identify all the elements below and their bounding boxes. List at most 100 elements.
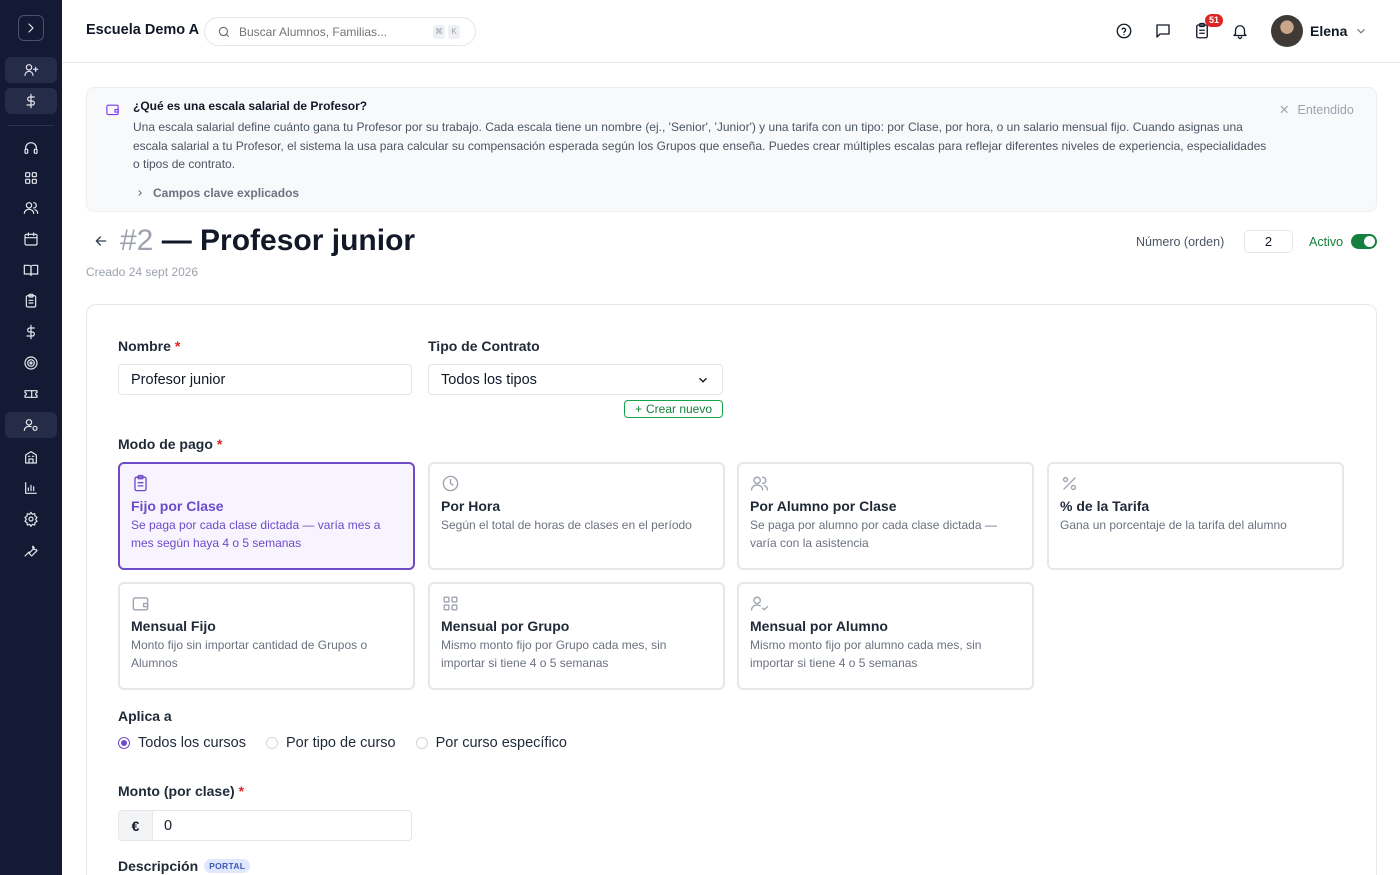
portal-badge: PORTAL	[204, 859, 251, 873]
avatar[interactable]	[1271, 15, 1303, 47]
active-label: Activo	[1309, 235, 1344, 249]
create-new-button[interactable]: + Crear nuevo	[624, 400, 723, 418]
sidebar-item-tools[interactable]	[5, 537, 57, 563]
mode-option-hourly[interactable]: Por Hora Según el total de horas de clas…	[428, 462, 725, 570]
target-icon	[24, 356, 38, 370]
create-new-label: Crear nuevo	[645, 402, 713, 416]
mode-option-monthly-fixed[interactable]: Mensual Fijo Monto fijo sin importar can…	[118, 582, 415, 690]
sidebar-item-support[interactable]	[5, 135, 57, 161]
amount-field[interactable]: € 0	[118, 810, 412, 841]
sidebar-item-add-student[interactable]	[5, 57, 57, 83]
chevron-down-icon	[699, 377, 707, 383]
mode-option-per-student-class[interactable]: Por Alumno por Clase Se paga por alumno …	[737, 462, 1034, 570]
help-circle-icon	[1116, 23, 1132, 39]
chevron-right-icon	[138, 190, 142, 196]
dollar-icon	[26, 93, 35, 109]
radio-dot	[415, 737, 428, 749]
key-fields-label: Campos clave explicados	[153, 186, 300, 200]
wrench-icon	[24, 545, 38, 557]
message-square-icon	[1156, 24, 1170, 38]
sidebar-item-payments[interactable]	[5, 88, 57, 114]
mode-option-fixed-per-class[interactable]: Fijo por Clase Se paga por cada clase di…	[118, 462, 415, 570]
tasks-count-badge: 51	[1204, 14, 1223, 27]
sidebar	[0, 0, 62, 875]
headset-icon	[24, 142, 38, 154]
radio-all-courses[interactable]: Todos los cursos	[118, 735, 246, 751]
amount-label: Monto (por clase) *	[118, 783, 245, 799]
sidebar-item-students[interactable]	[5, 195, 57, 221]
notifications-button[interactable]	[1230, 21, 1250, 41]
user-name[interactable]: Elena	[1310, 23, 1347, 39]
sidebar-item-billing[interactable]	[5, 319, 57, 345]
top-bar: Escuela Demo A ⌘ K 51 Elena	[62, 0, 1400, 63]
mode-option-rate-percent[interactable]: % de la Tarifa Gana un porcentaje de la …	[1047, 462, 1344, 570]
back-button[interactable]	[93, 233, 109, 254]
clipboard-icon	[25, 293, 37, 308]
sidebar-item-tasks[interactable]	[5, 288, 57, 314]
shortcut-key-k: K	[448, 24, 460, 39]
currency-prefix: €	[119, 811, 153, 840]
close-icon: ✕	[1279, 103, 1290, 117]
book-open-icon	[23, 264, 39, 276]
radio-dot-checked	[118, 737, 130, 749]
key-fields-toggle[interactable]: Campos clave explicados	[135, 186, 299, 200]
sidebar-item-teachers[interactable]	[5, 412, 57, 438]
sidebar-item-courses[interactable]	[5, 257, 57, 283]
sidebar-item-tickets[interactable]	[5, 381, 57, 407]
order-label: Número (orden)	[1136, 235, 1225, 249]
sidebar-item-calendar[interactable]	[5, 226, 57, 252]
sidebar-item-dashboard[interactable]	[5, 165, 57, 191]
clipboard-icon	[134, 474, 147, 492]
mode-description: Se paga por alumno por cada clase dictad…	[750, 518, 997, 550]
bell-icon	[1233, 25, 1247, 40]
grid-icon	[25, 172, 37, 184]
wallet-icon	[132, 597, 149, 611]
contract-select[interactable]: Todos los tipos	[428, 364, 723, 395]
mode-description: Mismo monto fijo por alumno cada mes, si…	[750, 638, 982, 670]
mode-description: Mismo monto fijo por Grupo cada mes, sin…	[441, 638, 667, 670]
applies-label: Aplica a	[118, 708, 172, 724]
sidebar-toggle-button[interactable]	[18, 15, 44, 41]
contract-selected-value: Todos los tipos	[441, 371, 537, 388]
radio-specific-course[interactable]: Por curso específico	[415, 735, 567, 751]
applies-radio-group: Todos los cursos Por tipo de curso Por c…	[118, 735, 587, 751]
chevron-down-icon	[1357, 28, 1365, 34]
amount-value[interactable]: 0	[153, 811, 172, 840]
mode-description: Se paga por cada clase dictada — varía m…	[131, 518, 381, 550]
mode-description: Gana un porcentaje de la tarifa del alum…	[1060, 518, 1287, 532]
search-box[interactable]: ⌘ K	[204, 17, 476, 46]
sidebar-item-reports[interactable]	[5, 475, 57, 501]
dismiss-button[interactable]: ✕ Entendido	[1279, 102, 1354, 118]
mode-option-monthly-per-student[interactable]: Mensual por Alumno Mismo monto fijo por …	[737, 582, 1034, 690]
mode-option-monthly-per-group[interactable]: Mensual por Grupo Mismo monto fijo por G…	[428, 582, 725, 690]
search-shortcut: ⌘ K	[433, 24, 460, 39]
radio-label: Por curso específico	[435, 735, 567, 751]
user-check-icon	[750, 596, 769, 611]
mode-title: Por Hora	[441, 498, 501, 514]
order-input[interactable]	[1244, 230, 1293, 253]
user-menu-toggle[interactable]	[1354, 24, 1368, 43]
mode-title: % de la Tarifa	[1060, 498, 1150, 514]
messages-button[interactable]	[1153, 21, 1173, 41]
mode-title: Por Alumno por Clase	[750, 498, 897, 514]
contract-label: Tipo de Contrato	[428, 338, 540, 354]
mode-title: Fijo por Clase	[131, 498, 224, 514]
search-input[interactable]	[239, 24, 429, 39]
help-button[interactable]	[1114, 21, 1134, 41]
radio-by-course-type[interactable]: Por tipo de curso	[266, 735, 396, 751]
sidebar-item-settings[interactable]	[5, 506, 57, 532]
tasks-button[interactable]: 51	[1192, 14, 1223, 41]
sidebar-item-goals[interactable]	[5, 350, 57, 376]
name-field[interactable]: Profesor junior	[118, 364, 412, 395]
info-title: ¿Qué es una escala salarial de Profesor?	[133, 99, 368, 113]
active-toggle[interactable]	[1351, 234, 1377, 249]
grid-icon	[443, 596, 458, 611]
radio-dot	[266, 737, 278, 749]
radio-label: Todos los cursos	[138, 735, 246, 751]
sidebar-item-school[interactable]	[5, 444, 57, 470]
clock-icon	[442, 475, 459, 492]
mode-title: Mensual Fijo	[131, 618, 216, 634]
users-icon	[750, 476, 769, 491]
sidebar-divider	[8, 125, 54, 126]
building-icon	[25, 451, 37, 464]
